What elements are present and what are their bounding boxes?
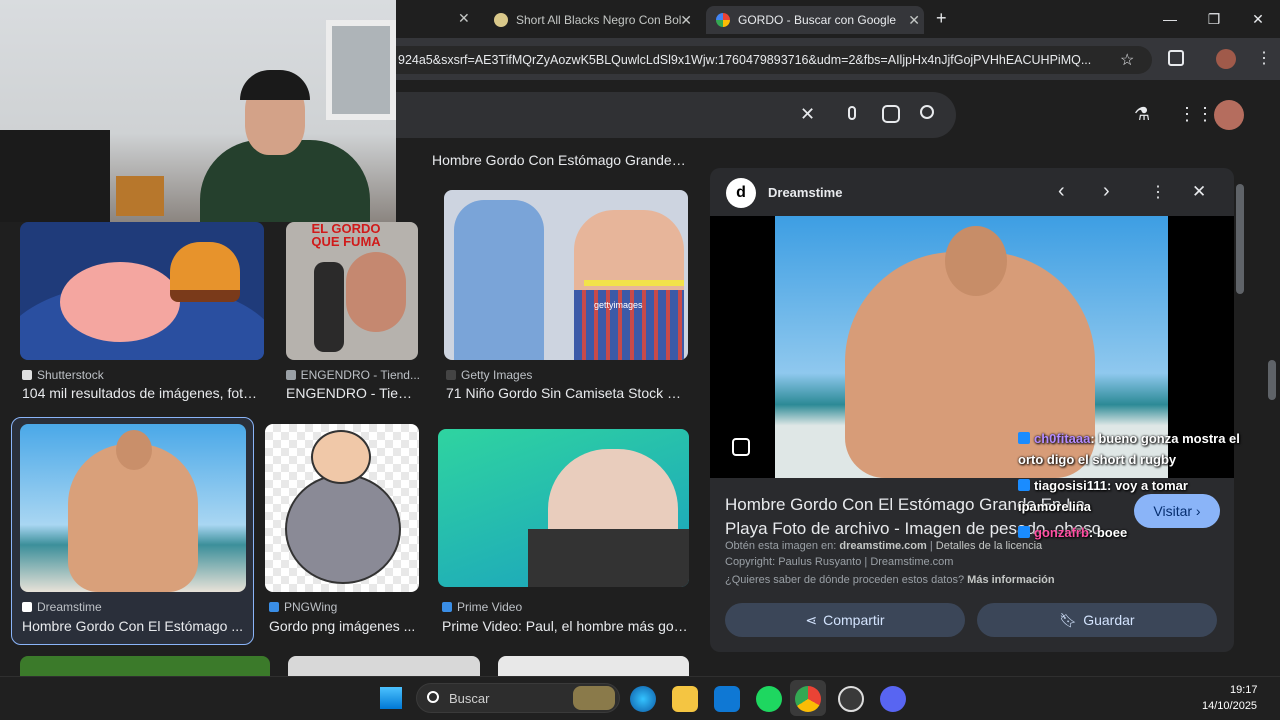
result-image[interactable] (288, 656, 480, 676)
result-title[interactable]: 104 mil resultados de imágenes, foto... (22, 385, 260, 401)
verified-badge-icon (1018, 526, 1030, 538)
result-source: ENGENDRO - Tiend... (286, 368, 420, 382)
close-tab-icon[interactable]: ✕ (680, 12, 692, 29)
search-icon[interactable] (920, 105, 934, 119)
page-scrollbar[interactable] (1268, 360, 1276, 400)
profile-avatar[interactable] (1216, 49, 1236, 69)
extensions-icon[interactable] (1168, 50, 1184, 66)
google-account-avatar[interactable] (1214, 100, 1244, 130)
search-input[interactable]: ✕ (396, 92, 956, 138)
panel-source[interactable]: Dreamstime (768, 185, 842, 200)
result-image-shutterstock[interactable] (20, 222, 264, 360)
close-window-icon[interactable]: ✕ (1236, 0, 1280, 38)
tab-favicon-icon (494, 13, 508, 27)
result-source: Shutterstock (22, 368, 104, 382)
image-caption: EL GORDO QUE FUMA (311, 222, 381, 249)
save-button[interactable]: 🔖︎ Guardar (977, 603, 1217, 637)
result-source: Prime Video (442, 600, 522, 614)
taskbar-search[interactable]: Buscar (416, 683, 620, 713)
result-title[interactable]: Gordo png imágenes ... (269, 618, 417, 634)
bookmark-icon: 🔖︎ (1059, 611, 1078, 628)
close-tab-icon[interactable]: ✕ (908, 12, 920, 29)
window-controls: — ❐ ✕ (1148, 0, 1280, 38)
chrome-icon[interactable] (795, 686, 821, 712)
search-placeholder: Buscar (449, 691, 490, 706)
share-icon: ⋖ (805, 611, 818, 628)
watermark: gettyimages (594, 300, 643, 310)
result-image[interactable] (498, 656, 689, 676)
windows-start-icon[interactable] (380, 687, 402, 709)
dreamstime-logo-icon: d (726, 178, 756, 208)
close-tab-icon[interactable]: ✕ (458, 10, 470, 27)
result-source: Getty Images (446, 368, 532, 382)
share-button[interactable]: ⋖ Compartir (725, 603, 965, 637)
chat-message: tiagosisi111: voy a tomar ipamorelina (1018, 478, 1188, 514)
panel-scrollbar[interactable] (1236, 184, 1244, 294)
clock-time[interactable]: 19:17 (1230, 684, 1258, 696)
tab-label: GORDO - Buscar con Google (738, 13, 897, 27)
result-image-dreamstime[interactable] (20, 424, 246, 592)
more-info-link[interactable]: Más información (967, 574, 1054, 586)
result-source: PNGWing (269, 600, 337, 614)
result-title[interactable]: 71 Niño Gordo Sin Camiseta Stock P... (446, 385, 686, 401)
clear-search-icon[interactable]: ✕ (800, 104, 815, 125)
result-image-engendro[interactable]: EL GORDO QUE FUMA (286, 222, 418, 360)
result-title[interactable]: Hombre Gordo Con Estómago Grande. ... (432, 152, 688, 168)
tab-short-all-blacks[interactable]: Short All Blacks Negro Con Bol ✕ (484, 6, 696, 34)
search-highlight-icon (573, 686, 615, 710)
labs-flask-icon[interactable]: ⚗ (1134, 104, 1150, 125)
result-title[interactable]: Prime Video: Paul, el hombre más gor... (442, 618, 688, 634)
next-icon[interactable]: › (1103, 180, 1110, 203)
image-preview-panel: d Dreamstime ‹ › ⋮ ✕ Hombre Gordo Con El… (710, 168, 1234, 652)
result-image-prime-video[interactable] (438, 429, 689, 587)
previous-icon[interactable]: ‹ (1058, 180, 1065, 203)
discord-icon[interactable] (880, 686, 906, 712)
bookmark-star-icon[interactable]: ☆ (1120, 50, 1134, 70)
edge-icon[interactable] (630, 686, 656, 712)
result-image-getty[interactable]: gettyimages (444, 190, 688, 360)
spotify-icon[interactable] (756, 686, 782, 712)
maximize-icon[interactable]: ❐ (1192, 0, 1236, 38)
close-panel-icon[interactable]: ✕ (1192, 182, 1206, 202)
apps-grid-icon[interactable]: ⋮⋮ (1178, 104, 1214, 125)
tab-google-search[interactable]: GORDO - Buscar con Google ✕ (706, 6, 924, 34)
microphone-icon[interactable] (848, 106, 856, 120)
lens-icon[interactable] (882, 105, 900, 123)
result-title[interactable]: Hombre Gordo Con El Estómago ... (22, 618, 244, 634)
copyright: Copyright: Paulus Rusyanto | Dreamstime.… (725, 556, 954, 568)
result-source: Dreamstime (22, 600, 102, 614)
obs-icon[interactable] (838, 686, 864, 712)
data-origin-line: ¿Quieres saber de dónde proceden estos d… (725, 574, 1055, 586)
chat-message: gonzafrb: boee (1018, 522, 1218, 543)
verified-badge-icon (1018, 432, 1030, 444)
lens-search-icon[interactable] (732, 438, 750, 456)
search-icon (427, 691, 439, 703)
verified-badge-icon (1018, 479, 1030, 491)
result-image-pngwing[interactable] (265, 424, 419, 592)
chat-message: ch0fitaaa: bueno gonza mostra el orto di… (1018, 431, 1240, 467)
minimize-icon[interactable]: — (1148, 0, 1192, 38)
tab-label: Short All Blacks Negro Con Bol (516, 13, 682, 27)
obtain-line: Obtén esta imagen en: dreamstime.com | D… (725, 540, 1043, 552)
clock-date[interactable]: 14/10/2025 (1202, 700, 1257, 712)
more-options-icon[interactable]: ⋮ (1150, 182, 1166, 202)
google-favicon-icon (716, 13, 730, 27)
file-explorer-icon[interactable] (672, 686, 698, 712)
result-image[interactable] (20, 656, 270, 676)
outlook-icon[interactable] (714, 686, 740, 712)
address-bar[interactable]: 924a5&sxsrf=AE3TifMQrZyAozwK5BLQuwlcLdSl… (396, 46, 1152, 74)
chrome-menu-icon[interactable]: ⋮ (1256, 48, 1272, 68)
new-tab-button[interactable]: + (936, 8, 947, 29)
result-title[interactable]: ENGENDRO - Tien... (286, 385, 416, 401)
webcam-overlay (0, 0, 396, 222)
